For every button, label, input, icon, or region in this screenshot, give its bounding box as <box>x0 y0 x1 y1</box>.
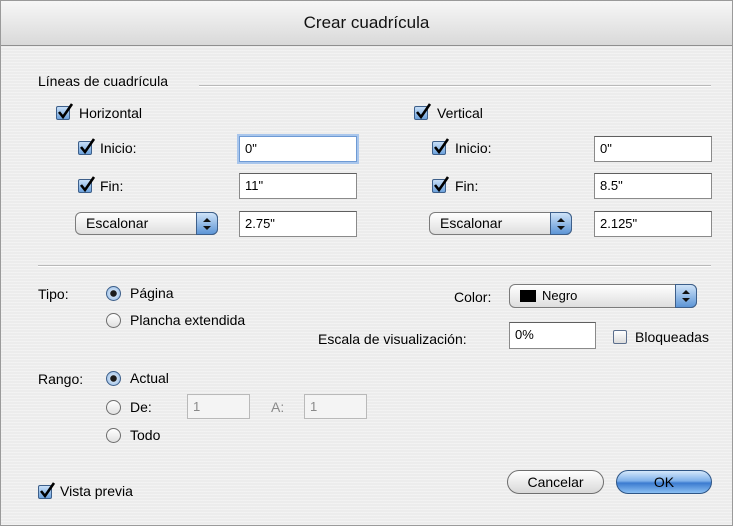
color-label: Color: <box>454 289 492 305</box>
range-current-label: Actual <box>130 370 169 386</box>
title-bar[interactable]: Crear cuadrícula <box>1 1 732 46</box>
vertical-end-input[interactable]: 8.5" <box>594 173 712 199</box>
horizontal-label: Horizontal <box>79 105 143 121</box>
type-spread-label: Plancha extendida <box>130 312 246 328</box>
popup-arrows-icon <box>550 212 572 235</box>
range-from-input[interactable]: 1 <box>187 394 250 419</box>
vertical-label: Vertical <box>437 105 483 121</box>
range-label: Rango: <box>38 371 84 387</box>
range-all-radio[interactable] <box>106 428 121 443</box>
horizontal-end-checkbox[interactable] <box>78 176 96 193</box>
checkmark-icon <box>57 103 74 120</box>
vertical-start-checkbox[interactable] <box>432 138 450 155</box>
locked-checkbox[interactable] <box>613 330 627 344</box>
color-popup[interactable]: Negro <box>509 284 697 308</box>
range-to-input[interactable]: 1 <box>304 394 367 419</box>
vertical-end-label: Fin: <box>455 178 479 194</box>
vertical-start-label: Inicio: <box>455 140 492 156</box>
section-divider <box>38 265 711 267</box>
preview-checkbox[interactable] <box>38 482 56 499</box>
popup-arrows-icon <box>675 284 697 308</box>
vertical-mode-input[interactable]: 2.125" <box>594 211 712 237</box>
window-title: Crear cuadrícula <box>303 13 430 32</box>
type-page-label: Página <box>130 285 174 301</box>
checkmark-icon <box>79 176 96 193</box>
checkmark-icon <box>39 482 56 499</box>
popup-arrows-icon <box>196 212 218 235</box>
dialog-window: Crear cuadrícula Líneas de cuadrícula Ho… <box>0 0 733 526</box>
vertical-mode-value: Escalonar <box>440 215 503 231</box>
horizontal-end-label: Fin: <box>100 178 124 194</box>
preview-label: Vista previa <box>60 483 133 499</box>
horizontal-start-checkbox[interactable] <box>78 138 96 155</box>
color-value: Negro <box>542 288 578 303</box>
checkmark-icon <box>79 138 96 155</box>
checkmark-icon <box>433 138 450 155</box>
view-scale-label: Escala de visualización: <box>318 331 467 347</box>
horizontal-start-label: Inicio: <box>100 140 137 156</box>
ok-button[interactable]: OK <box>616 470 712 494</box>
range-to-label: A: <box>271 399 285 415</box>
horizontal-start-input[interactable]: 0" <box>239 136 357 162</box>
vertical-mode-popup[interactable]: Escalonar <box>429 212 572 235</box>
group-divider <box>199 85 711 87</box>
range-from-radio[interactable] <box>106 400 121 415</box>
type-page-radio[interactable] <box>106 286 121 301</box>
checkmark-icon <box>433 176 450 193</box>
horizontal-mode-popup[interactable]: Escalonar <box>75 212 218 235</box>
range-all-label: Todo <box>130 427 161 443</box>
type-label: Tipo: <box>38 286 69 302</box>
range-current-radio[interactable] <box>106 371 121 386</box>
horizontal-checkbox[interactable] <box>56 103 74 120</box>
cancel-button[interactable]: Cancelar <box>507 470 604 494</box>
range-from-label: De: <box>130 399 152 415</box>
vertical-end-checkbox[interactable] <box>432 176 450 193</box>
color-swatch <box>520 290 536 302</box>
vertical-checkbox[interactable] <box>414 103 432 120</box>
checkmark-icon <box>415 103 432 120</box>
horizontal-mode-value: Escalonar <box>86 215 149 231</box>
locked-label: Bloqueadas <box>635 329 709 345</box>
type-spread-radio[interactable] <box>106 313 121 328</box>
horizontal-mode-input[interactable]: 2.75" <box>239 211 357 237</box>
vertical-start-input[interactable]: 0" <box>594 136 712 162</box>
grid-lines-group-label: Líneas de cuadrícula <box>38 73 168 89</box>
horizontal-end-input[interactable]: 11" <box>239 173 357 199</box>
view-scale-input[interactable]: 0% <box>509 322 596 349</box>
